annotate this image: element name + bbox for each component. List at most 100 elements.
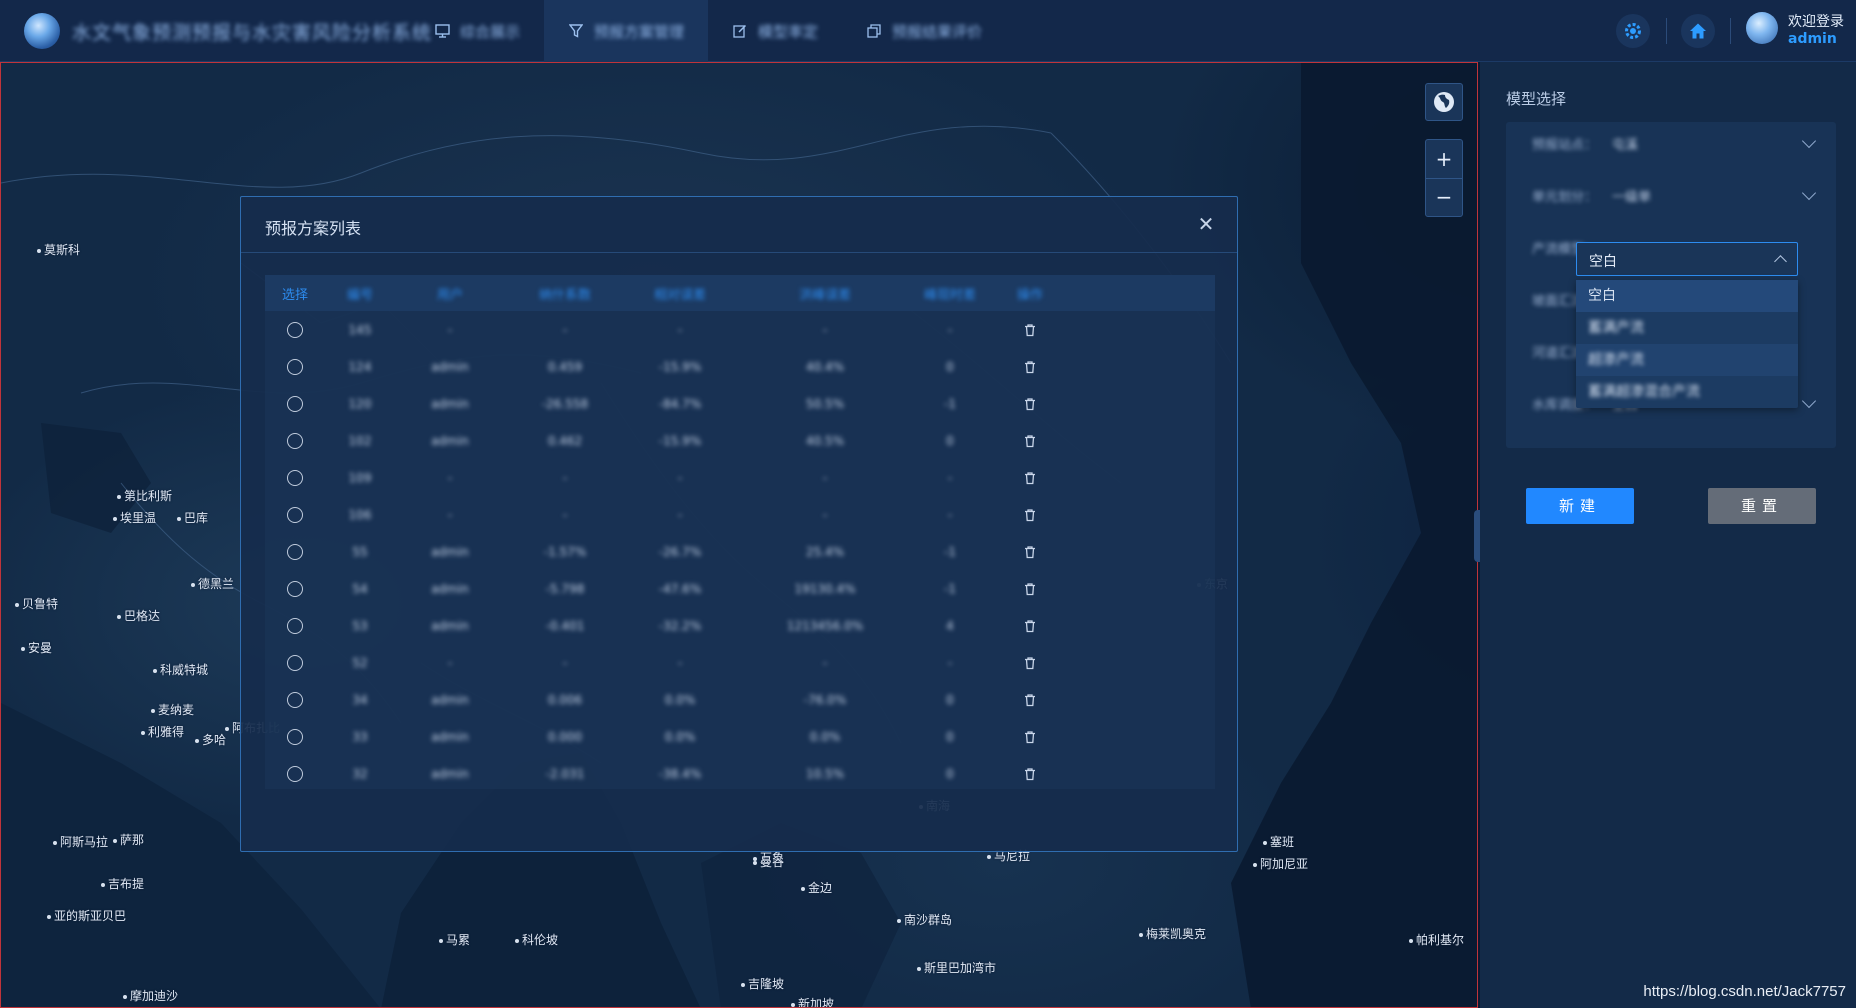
- table-cell: -26.7%: [658, 544, 702, 559]
- trash-icon[interactable]: [1023, 656, 1037, 670]
- top-header: 水文气象预测预报与水灾害风险分析系统 综合展示 预报方案管理 模型率定 预报结果…: [0, 0, 1856, 62]
- trash-icon[interactable]: [1023, 545, 1037, 559]
- nav-item-evaluation[interactable]: 预报结果评价: [842, 0, 1006, 62]
- table-row[interactable]: 52 - - - - -: [265, 644, 1215, 681]
- main-nav: 综合展示 预报方案管理 模型率定 预报结果评价: [410, 0, 1006, 62]
- table-cell: admin: [431, 396, 469, 411]
- row-radio[interactable]: [287, 358, 303, 375]
- map-label: 斯里巴加湾市: [917, 959, 996, 976]
- delete-button[interactable]: [985, 545, 1075, 559]
- trash-icon[interactable]: [1023, 323, 1037, 337]
- row-radio[interactable]: [287, 469, 303, 486]
- gear-icon: [1625, 23, 1641, 39]
- trash-icon[interactable]: [1023, 434, 1037, 448]
- trash-icon[interactable]: [1023, 360, 1037, 374]
- globe-icon: [1434, 92, 1454, 112]
- trash-icon[interactable]: [1023, 693, 1037, 707]
- dropdown-option[interactable]: 蓄满产流: [1576, 312, 1798, 344]
- map-label: 摩加迪沙: [123, 987, 178, 1004]
- delete-button[interactable]: [985, 582, 1075, 596]
- map-label: 第比利斯: [117, 487, 172, 504]
- map-label: 科威特城: [153, 661, 208, 678]
- home-button[interactable]: [1681, 14, 1715, 48]
- delete-button[interactable]: [985, 397, 1075, 411]
- table-row[interactable]: 120 admin -26.558 -84.7% 50.5% -1: [265, 385, 1215, 422]
- reset-button[interactable]: 重置: [1708, 488, 1816, 524]
- table-row[interactable]: 32 admin -2.031 -38.4% 10.5% 0: [265, 755, 1215, 792]
- table-row[interactable]: 145 - - - - -: [265, 311, 1215, 348]
- table-cell: 25.4%: [805, 544, 845, 559]
- nav-item-calibration[interactable]: 模型率定: [708, 0, 842, 62]
- delete-button[interactable]: [985, 471, 1075, 485]
- new-button[interactable]: 新建: [1526, 488, 1634, 524]
- table-row[interactable]: 124 admin 0.459 -15.9% 40.4% 0: [265, 348, 1215, 385]
- trash-icon[interactable]: [1023, 471, 1037, 485]
- row-radio[interactable]: [287, 617, 303, 634]
- row-radio[interactable]: [287, 395, 303, 412]
- field-label: 预报站点：: [1532, 138, 1598, 153]
- delete-button[interactable]: [985, 434, 1075, 448]
- runoff-model-select[interactable]: 空白: [1576, 242, 1798, 276]
- delete-button[interactable]: [985, 508, 1075, 522]
- table-cell: -: [947, 507, 953, 522]
- table-row[interactable]: 102 admin 0.462 -15.9% 40.5% 0: [265, 422, 1215, 459]
- column-header: 编号: [346, 287, 373, 303]
- delete-button[interactable]: [985, 656, 1075, 670]
- delete-button[interactable]: [985, 619, 1075, 633]
- trash-icon[interactable]: [1023, 397, 1037, 411]
- delete-button[interactable]: [985, 693, 1075, 707]
- avatar[interactable]: [1746, 12, 1778, 44]
- row-radio[interactable]: [287, 728, 303, 745]
- nav-item-forecast-plans[interactable]: 预报方案管理: [544, 0, 709, 62]
- row-radio[interactable]: [287, 691, 303, 708]
- trash-icon[interactable]: [1023, 508, 1037, 522]
- row-radio[interactable]: [287, 654, 303, 671]
- field-station[interactable]: 预报站点： 屯溪: [1506, 122, 1836, 162]
- table-cell: -: [822, 322, 828, 337]
- table-cell: admin: [431, 581, 469, 596]
- trash-icon[interactable]: [1023, 619, 1037, 633]
- dropdown-option[interactable]: 空白: [1576, 280, 1798, 312]
- row-radio[interactable]: [287, 543, 303, 560]
- table-row[interactable]: 106 - - - - -: [265, 496, 1215, 533]
- settings-button[interactable]: [1616, 14, 1650, 48]
- table-cell: 4: [946, 618, 954, 633]
- table-cell: -: [562, 507, 568, 522]
- close-icon[interactable]: ✕: [1195, 213, 1217, 235]
- table-row[interactable]: 54 admin -5.798 -47.6% 19130.4% -1: [265, 570, 1215, 607]
- dropdown-option[interactable]: 超渗产流: [1576, 344, 1798, 376]
- row-radio[interactable]: [287, 580, 303, 597]
- trash-icon[interactable]: [1023, 767, 1037, 781]
- zoom-out-button[interactable]: −: [1426, 177, 1462, 216]
- trash-icon[interactable]: [1023, 730, 1037, 744]
- map-label: 帕利基尔: [1409, 931, 1464, 948]
- table-cell: 53: [352, 618, 368, 633]
- delete-button[interactable]: [985, 767, 1075, 781]
- field-unit[interactable]: 单元划分： 一级单: [1506, 174, 1836, 214]
- map-label: 巴格达: [117, 607, 160, 624]
- trash-icon[interactable]: [1023, 582, 1037, 596]
- row-radio[interactable]: [287, 432, 303, 449]
- row-radio[interactable]: [287, 321, 303, 338]
- username[interactable]: admin: [1788, 31, 1837, 47]
- row-radio[interactable]: [287, 765, 303, 782]
- basemap-switch-button[interactable]: [1425, 83, 1463, 121]
- table-row[interactable]: 33 admin 0.000 0.0% 0.0% 0: [265, 718, 1215, 755]
- row-radio[interactable]: [287, 506, 303, 523]
- select-cell: [265, 395, 325, 412]
- table-row[interactable]: 109 - - - - -: [265, 459, 1215, 496]
- table-cell: 50.5%: [805, 396, 845, 411]
- delete-button[interactable]: [985, 323, 1075, 337]
- delete-button[interactable]: [985, 360, 1075, 374]
- table-row[interactable]: 55 admin -1.57% -26.7% 25.4% -1: [265, 533, 1215, 570]
- table-row[interactable]: 53 admin -0.401 -32.2% 1213456.0% 4: [265, 607, 1215, 644]
- header-divider: [1666, 18, 1667, 44]
- table-row[interactable]: 34 admin 0.006 0.0% -76.0% 0: [265, 681, 1215, 718]
- dropdown-option[interactable]: 蓄满超渗混合产流: [1576, 376, 1798, 408]
- column-header: 相对误差: [653, 287, 706, 303]
- panel-title: 模型选择: [1506, 90, 1567, 108]
- zoom-control: + −: [1425, 139, 1463, 217]
- zoom-in-button[interactable]: +: [1426, 140, 1462, 178]
- nav-item-overview[interactable]: 综合展示: [410, 0, 544, 62]
- delete-button[interactable]: [985, 730, 1075, 744]
